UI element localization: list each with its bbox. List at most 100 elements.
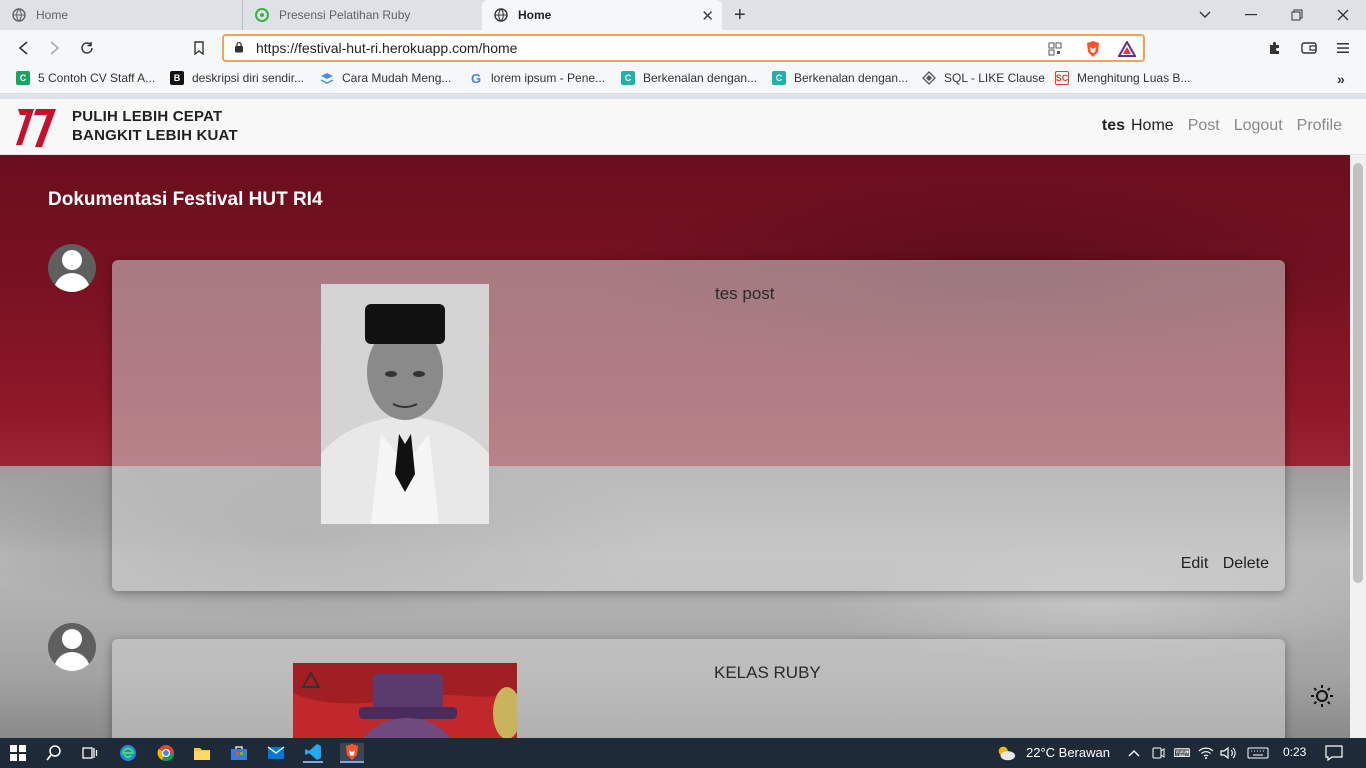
bookmark-item[interactable]: C Berkenalan dengan...: [772, 71, 908, 85]
nav-username: tes: [1101, 117, 1125, 134]
brand-line-2: BANGKIT LEBIH KUAT: [72, 127, 238, 144]
bookmark-label: Menghitung Luas B...: [1077, 71, 1191, 85]
nav-logout-link[interactable]: Logout: [1234, 117, 1283, 135]
post-caption: KELAS RUBY: [714, 663, 821, 682]
qr-code-icon[interactable]: [1046, 40, 1064, 58]
diamond-icon: [922, 71, 936, 85]
bookmark-item[interactable]: B deskripsi diri sendir...: [170, 71, 304, 85]
tab-home-1[interactable]: Home: [0, 0, 242, 30]
post-photo: [321, 284, 489, 524]
tab-strip: Home Presensi Pelatihan Ruby Home ✕ +: [0, 0, 1366, 30]
green-c-icon: C: [16, 71, 30, 85]
scrollbar-thumb[interactable]: [1353, 163, 1363, 583]
teal-c-icon: C: [772, 71, 786, 85]
keyboard-icon[interactable]: [1246, 743, 1270, 763]
weather-text[interactable]: 22°C Berawan: [1026, 745, 1110, 760]
restore-icon[interactable]: [1274, 0, 1320, 30]
store-icon[interactable]: [229, 743, 249, 763]
sc-icon: SC: [1055, 71, 1069, 85]
vscode-icon[interactable]: [303, 743, 323, 763]
nav-links: tes Home Post Logout Profile: [1088, 117, 1342, 135]
nav-home-link[interactable]: Home: [1131, 117, 1174, 135]
post-card: KELAS RUBY: [112, 639, 1285, 738]
edit-link[interactable]: Edit: [1181, 555, 1209, 572]
page-title: Dokumentasi Festival HUT RI4: [48, 189, 323, 210]
windows-taskbar: 22°C Berawan ⌨ 0:23: [0, 738, 1366, 768]
chrome-icon[interactable]: [156, 743, 176, 763]
close-tab-icon[interactable]: ✕: [701, 7, 714, 25]
minimize-icon[interactable]: [1228, 0, 1274, 30]
bookmark-icon[interactable]: [188, 38, 210, 58]
brave-shields-icon[interactable]: [1084, 40, 1102, 58]
volume-icon[interactable]: [1218, 743, 1238, 763]
main-content: Dokumentasi Festival HUT RI4 tes post Ed…: [0, 155, 1350, 738]
browser-toolbar: [0, 30, 1366, 66]
lock-icon[interactable]: [234, 41, 248, 56]
extensions-icon[interactable]: [1264, 38, 1286, 58]
globe-icon: [494, 8, 508, 22]
post-actions: Edit Delete: [1171, 555, 1269, 573]
nav-post-link[interactable]: Post: [1188, 117, 1220, 135]
brave-rewards-icon[interactable]: [1118, 40, 1136, 58]
tab-presensi[interactable]: Presensi Pelatihan Ruby: [242, 0, 482, 30]
hut-ri-77-logo[interactable]: [14, 105, 60, 149]
wifi-icon[interactable]: [1196, 743, 1216, 763]
delete-link[interactable]: Delete: [1223, 555, 1269, 572]
globe-icon: [12, 8, 26, 22]
bookmark-item[interactable]: SQL - LIKE Clause: [922, 71, 1045, 85]
bookmark-label: 5 Contoh CV Staff A...: [38, 71, 156, 85]
brand-text: PULIH LEBIH CEPAT BANGKIT LEBIH KUAT: [72, 107, 238, 145]
tab-home-active[interactable]: Home ✕: [482, 0, 722, 30]
more-bookmarks-icon[interactable]: »: [1337, 71, 1345, 87]
bookmark-label: lorem ipsum - Pene...: [491, 71, 606, 85]
tab-search-chevron-icon[interactable]: [1182, 0, 1228, 30]
bookmark-item[interactable]: Cara Mudah Meng...: [320, 71, 451, 85]
site-navbar: PULIH LEBIH CEPAT BANGKIT LEBIH KUAT tes…: [0, 99, 1366, 155]
weather-cloud-icon[interactable]: [996, 743, 1016, 763]
windows-start-icon[interactable]: [8, 743, 28, 763]
menu-icon[interactable]: [1332, 38, 1354, 58]
task-view-icon[interactable]: [80, 743, 100, 763]
back-arrow-icon[interactable]: [12, 38, 34, 58]
nav-profile-link[interactable]: Profile: [1297, 117, 1342, 135]
search-icon[interactable]: [44, 743, 64, 763]
avatar: [48, 623, 96, 671]
wallet-icon[interactable]: [1298, 38, 1320, 58]
chevron-up-icon[interactable]: [1124, 743, 1144, 763]
mail-icon[interactable]: [266, 743, 286, 763]
bookmarks-bar: C 5 Contoh CV Staff A... B deskripsi dir…: [0, 66, 1366, 94]
new-tab-icon[interactable]: +: [734, 4, 746, 27]
tab-label: Home: [36, 8, 69, 22]
google-g-icon: G: [470, 70, 482, 86]
brand-line-1: PULIH LEBIH CEPAT: [72, 108, 223, 125]
tab-label: Presensi Pelatihan Ruby: [279, 8, 411, 22]
address-bar[interactable]: [222, 34, 1145, 62]
reload-icon[interactable]: [76, 38, 98, 58]
bookmark-item[interactable]: C Berkenalan dengan...: [621, 71, 757, 85]
bookmark-item[interactable]: SC Menghitung Luas B...: [1055, 71, 1190, 85]
teal-c-icon: C: [621, 71, 635, 85]
avatar: [48, 244, 96, 292]
notification-icon[interactable]: [1324, 743, 1344, 763]
meet-now-icon[interactable]: [1148, 743, 1168, 763]
file-explorer-icon[interactable]: [192, 743, 212, 763]
clock-time[interactable]: 0:23: [1283, 745, 1306, 759]
brave-browser-icon[interactable]: [340, 743, 364, 763]
input-method-icon[interactable]: ⌨: [1172, 743, 1192, 763]
post-photo: [293, 663, 517, 738]
bookmark-label: SQL - LIKE Clause: [944, 71, 1045, 85]
edge-icon[interactable]: [118, 743, 138, 763]
tab-label: Home: [518, 8, 552, 22]
post-card: tes post Edit Delete: [112, 260, 1285, 591]
bookmark-label: Cara Mudah Meng...: [342, 71, 452, 85]
bookmark-label: deskripsi diri sendir...: [192, 71, 305, 85]
bookmark-item[interactable]: C 5 Contoh CV Staff A...: [16, 71, 155, 85]
close-window-icon[interactable]: [1320, 0, 1366, 30]
forward-arrow-icon[interactable]: [44, 38, 66, 58]
post-caption: tes post: [715, 284, 775, 303]
bookmark-item[interactable]: G lorem ipsum - Pene...: [469, 70, 606, 86]
theme-toggle-sun-icon[interactable]: [1310, 684, 1334, 708]
url-input[interactable]: [256, 40, 1016, 56]
page-scrollbar[interactable]: [1350, 155, 1366, 738]
leaf-icon: [255, 8, 269, 22]
